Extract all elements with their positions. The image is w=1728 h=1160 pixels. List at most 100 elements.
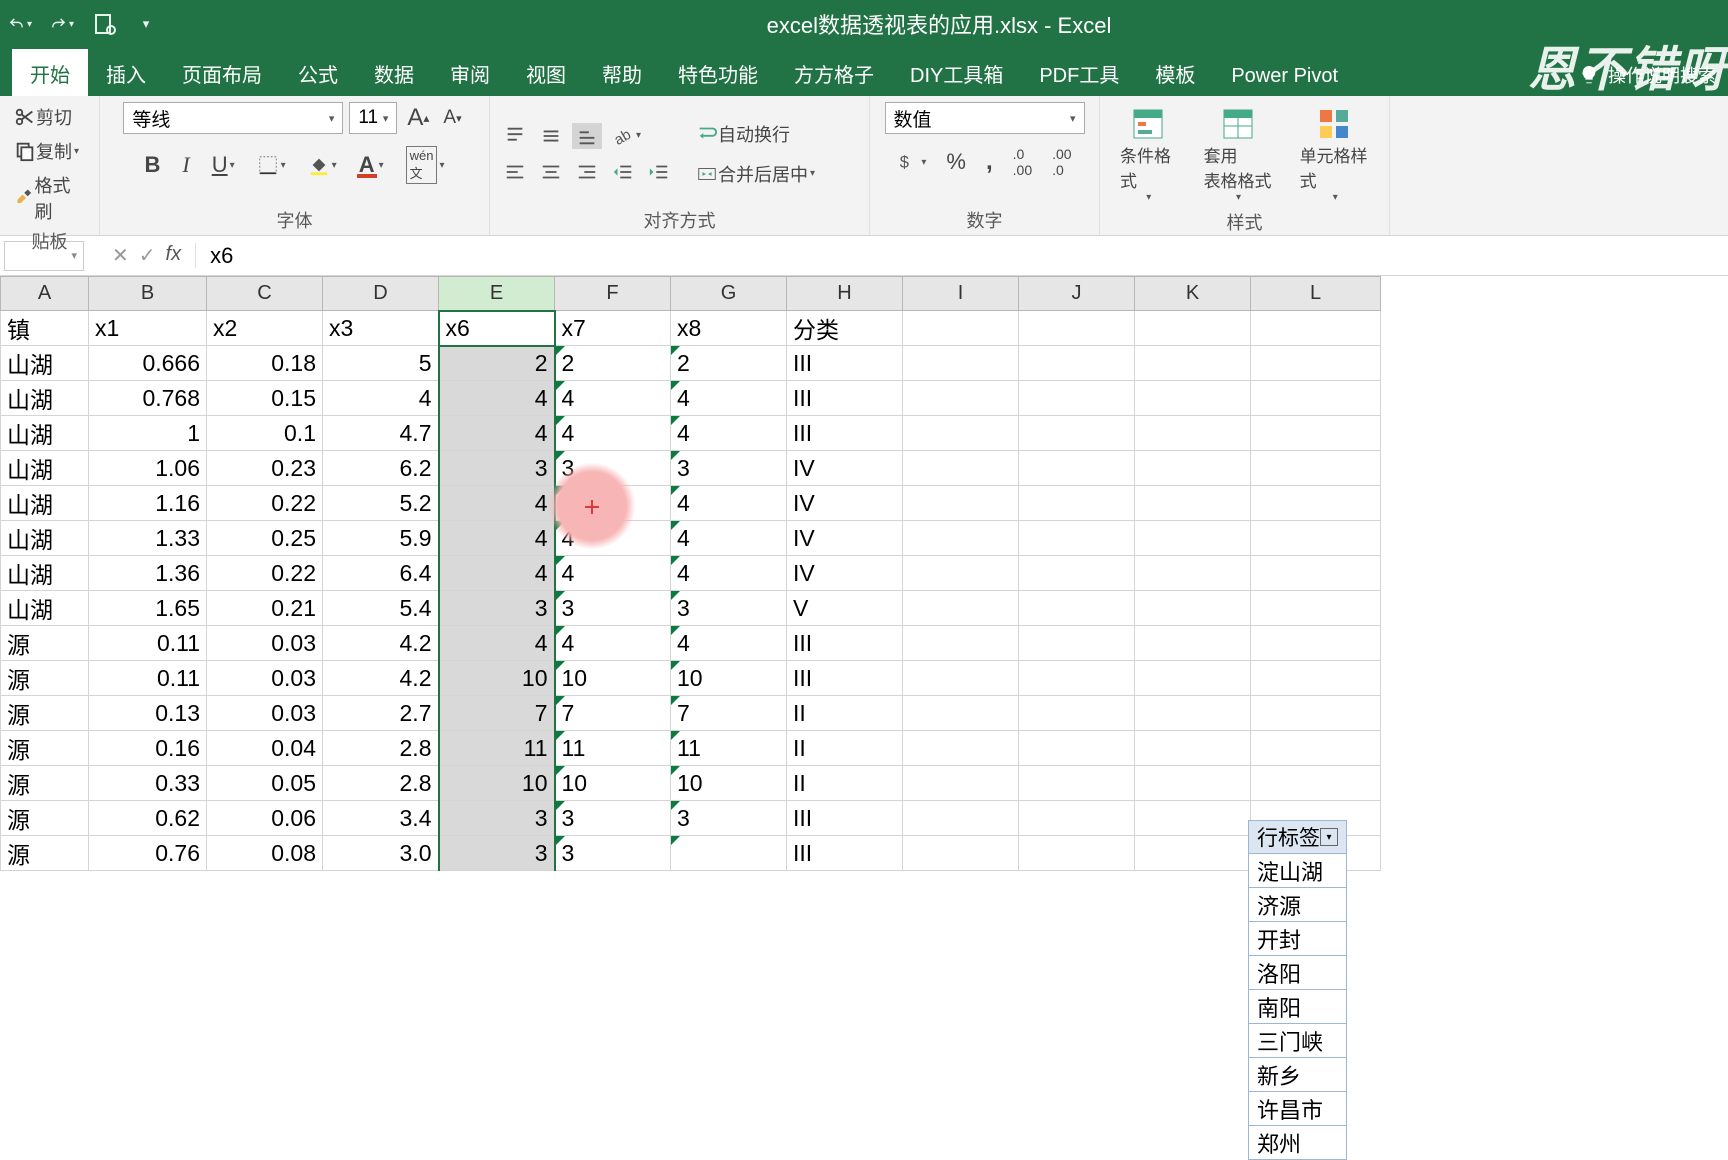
table-row[interactable]: 山湖1.360.226.4444IV	[1, 556, 1381, 591]
table-row[interactable]: 源0.620.063.4333III	[1, 801, 1381, 836]
col-header-J[interactable]: J	[1019, 277, 1135, 311]
table-row[interactable]: 山湖0.6660.185222III	[1, 346, 1381, 381]
cancel-formula-button[interactable]: ✕	[112, 243, 129, 268]
indent-increase-button[interactable]	[644, 159, 674, 185]
pivot-rowlabel-header[interactable]: 行标签▾	[1248, 820, 1347, 854]
orientation-button[interactable]: ab▾	[608, 123, 645, 149]
pivot-row-item[interactable]: 南阳	[1248, 990, 1347, 1024]
col-header-K[interactable]: K	[1135, 277, 1251, 311]
cell-styles-button[interactable]: 单元格样式▾	[1290, 102, 1379, 207]
tell-me-search[interactable]: 操作说明搜索	[1566, 54, 1728, 96]
col-header-B[interactable]: B	[89, 277, 207, 311]
col-header-H[interactable]: H	[787, 277, 903, 311]
tab-squaregrid[interactable]: 方方格子	[776, 49, 892, 96]
filter-dropdown-icon[interactable]: ▾	[1320, 828, 1338, 846]
col-header-D[interactable]: D	[323, 277, 439, 311]
tab-powerpivot[interactable]: Power Pivot	[1213, 55, 1356, 96]
col-header-L[interactable]: L	[1251, 277, 1381, 311]
pivot-row-item[interactable]: 新乡	[1248, 1058, 1347, 1092]
pivot-row-item[interactable]: 郑州	[1248, 1126, 1347, 1160]
decrease-font-button[interactable]: A▾	[439, 105, 465, 131]
table-row[interactable]: 源0.330.052.8101010II	[1, 766, 1381, 801]
col-header-E[interactable]: E	[439, 277, 555, 311]
border-button[interactable]: ▾	[253, 152, 290, 178]
align-middle-button[interactable]	[536, 123, 566, 149]
pivot-row-item[interactable]: 许昌市	[1248, 1092, 1347, 1126]
phonetic-button[interactable]: wén文▾	[402, 144, 449, 186]
tab-insert[interactable]: 插入	[88, 49, 164, 96]
tab-review[interactable]: 审阅	[432, 49, 508, 96]
font-name-select[interactable]: 等线▾	[123, 102, 343, 134]
pivot-row-item[interactable]: 开封	[1248, 922, 1347, 956]
increase-decimal-button[interactable]: .0.00	[1009, 144, 1036, 180]
font-color-button[interactable]: A▾	[355, 150, 388, 180]
decrease-decimal-button[interactable]: .00.0	[1048, 144, 1075, 180]
comma-button[interactable]: ,	[982, 146, 997, 178]
bold-button[interactable]: B	[140, 150, 164, 180]
table-row[interactable]: 源0.110.034.2444III	[1, 626, 1381, 661]
italic-button[interactable]: I	[178, 150, 193, 180]
table-row[interactable]: 源0.130.032.7777II	[1, 696, 1381, 731]
percent-button[interactable]: %	[942, 147, 970, 177]
print-preview-button[interactable]	[92, 12, 116, 36]
table-format-button[interactable]: 套用 表格格式▾	[1194, 102, 1282, 207]
font-size-select[interactable]: 11▾	[349, 102, 397, 134]
table-row[interactable]: 源0.110.034.2101010III	[1, 661, 1381, 696]
increase-font-button[interactable]: A▴	[403, 102, 433, 134]
pivot-row-item[interactable]: 洛阳	[1248, 956, 1347, 990]
align-bottom-button[interactable]	[572, 123, 602, 149]
indent-decrease-button[interactable]	[608, 159, 638, 185]
worksheet-grid[interactable]: A B C D E F G H I J K L 镇 x1 x2 x3 x6 x7…	[0, 276, 1728, 871]
fx-button[interactable]: fx	[166, 243, 182, 268]
align-right-button[interactable]	[572, 159, 602, 185]
merge-center-button[interactable]: 合并后居中▾	[692, 159, 819, 189]
underline-button[interactable]: U▾	[208, 150, 239, 180]
brush-icon	[14, 187, 35, 209]
column-headers[interactable]: A B C D E F G H I J K L	[1, 277, 1381, 311]
table-row[interactable]: 山湖0.7680.154444III	[1, 381, 1381, 416]
col-header-F[interactable]: F	[555, 277, 671, 311]
col-header-C[interactable]: C	[207, 277, 323, 311]
col-header-A[interactable]: A	[1, 277, 89, 311]
fill-color-button[interactable]: ▾	[304, 152, 341, 178]
align-center-button[interactable]	[536, 159, 566, 185]
col-header-G[interactable]: G	[671, 277, 787, 311]
pivot-row-item[interactable]: 济源	[1248, 888, 1347, 922]
format-painter-button[interactable]: 格式刷	[10, 170, 89, 226]
wrap-text-button[interactable]: 自动换行	[692, 119, 819, 149]
copy-button[interactable]: 复制▾	[10, 136, 89, 166]
tab-home[interactable]: 开始	[12, 49, 88, 96]
align-left-button[interactable]	[500, 159, 530, 185]
group-label-styles: 样式	[1110, 207, 1379, 235]
table-row[interactable]: 山湖1.160.225.2444IV	[1, 486, 1381, 521]
qat-customize-button[interactable]: ▾	[134, 12, 158, 36]
tab-template[interactable]: 模板	[1137, 49, 1213, 96]
align-top-button[interactable]	[500, 123, 530, 149]
tab-pdf[interactable]: PDF工具	[1021, 49, 1137, 96]
tab-special[interactable]: 特色功能	[660, 49, 776, 96]
table-row[interactable]: 山湖1.060.236.2333IV	[1, 451, 1381, 486]
table-row[interactable]: 镇 x1 x2 x3 x6 x7 x8 分类	[1, 311, 1381, 346]
accept-formula-button[interactable]: ✓	[139, 243, 156, 268]
tab-diy[interactable]: DIY工具箱	[892, 49, 1021, 96]
tab-page-layout[interactable]: 页面布局	[164, 49, 280, 96]
formula-input[interactable]: x6	[196, 243, 1728, 269]
redo-button[interactable]: ▾	[50, 12, 74, 36]
accounting-format-button[interactable]: $▾	[893, 149, 930, 175]
table-row[interactable]: 源0.760.083.033III	[1, 836, 1381, 871]
pivot-row-item[interactable]: 三门峡	[1248, 1024, 1347, 1058]
tab-view[interactable]: 视图	[508, 49, 584, 96]
tab-help[interactable]: 帮助	[584, 49, 660, 96]
tab-data[interactable]: 数据	[356, 49, 432, 96]
col-header-I[interactable]: I	[903, 277, 1019, 311]
conditional-format-button[interactable]: 条件格式▾	[1110, 102, 1186, 207]
pivot-row-item[interactable]: 淀山湖	[1248, 854, 1347, 888]
table-row[interactable]: 山湖1.650.215.4333V	[1, 591, 1381, 626]
cut-button[interactable]: 剪切	[10, 102, 89, 132]
number-format-select[interactable]: 数值▾	[885, 102, 1085, 134]
table-row[interactable]: 山湖1.330.255.9444IV	[1, 521, 1381, 556]
table-row[interactable]: 源0.160.042.8111111II	[1, 731, 1381, 766]
undo-button[interactable]: ▾	[8, 12, 32, 36]
table-row[interactable]: 山湖10.14.7444III	[1, 416, 1381, 451]
tab-formula[interactable]: 公式	[280, 49, 356, 96]
